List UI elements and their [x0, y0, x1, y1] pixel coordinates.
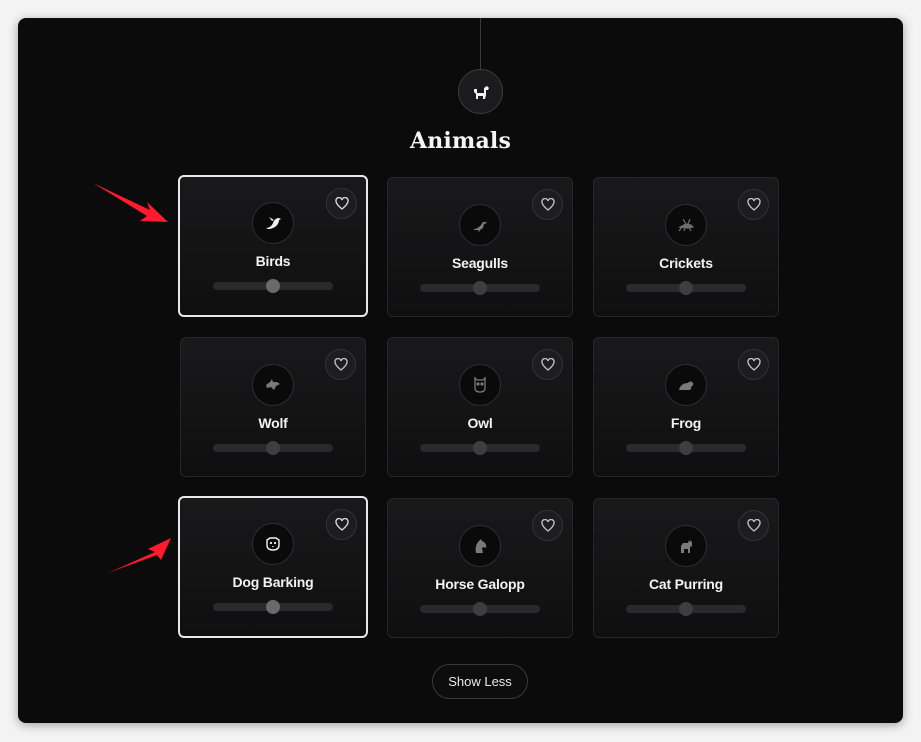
sound-icon-circle	[459, 364, 501, 406]
slider-thumb[interactable]	[266, 441, 280, 455]
volume-slider[interactable]	[213, 279, 333, 293]
sound-label: Frog	[670, 415, 702, 431]
favorite-button[interactable]	[326, 509, 357, 540]
sound-card-seagulls[interactable]: Seagulls	[387, 177, 573, 317]
volume-slider[interactable]	[626, 602, 746, 616]
seagull-icon	[474, 222, 487, 232]
sound-card-frog[interactable]: Frog	[593, 337, 779, 477]
volume-slider[interactable]	[213, 441, 333, 455]
heart-icon	[746, 519, 761, 532]
sound-label: Crickets	[659, 255, 713, 271]
cat-icon	[681, 540, 692, 553]
favorite-button[interactable]	[738, 189, 769, 220]
favorite-button[interactable]	[738, 349, 769, 380]
show-less-button[interactable]: Show Less	[432, 664, 528, 699]
sound-label: Birds	[255, 253, 291, 269]
heart-icon	[333, 358, 348, 371]
slider-thumb[interactable]	[679, 602, 693, 616]
sound-icon-circle	[665, 364, 707, 406]
favorite-button[interactable]	[532, 510, 563, 541]
annotation-arrow-icon	[108, 538, 171, 573]
sound-card-horse-galopp[interactable]: Horse Galopp	[387, 498, 573, 638]
annotation-arrow-icon	[93, 183, 168, 222]
volume-slider[interactable]	[626, 441, 746, 455]
favorite-button[interactable]	[532, 349, 563, 380]
heart-icon	[334, 197, 349, 210]
volume-slider[interactable]	[420, 281, 540, 295]
sound-label: Seagulls	[452, 255, 508, 271]
slider-thumb[interactable]	[473, 281, 487, 295]
sound-icon-circle	[252, 364, 294, 406]
favorite-button[interactable]	[326, 188, 357, 219]
horse-icon	[475, 539, 487, 553]
heart-icon	[540, 198, 555, 211]
cricket-icon	[678, 218, 695, 232]
favorite-button[interactable]	[738, 510, 769, 541]
slider-thumb[interactable]	[679, 281, 693, 295]
slider-thumb[interactable]	[473, 602, 487, 616]
slider-thumb[interactable]	[266, 600, 280, 614]
sound-card-dog-barking[interactable]: Dog Barking	[178, 496, 368, 638]
volume-slider[interactable]	[626, 281, 746, 295]
sound-label: Wolf	[258, 415, 288, 431]
sound-icon-circle	[252, 202, 294, 244]
heart-icon	[540, 519, 555, 532]
frog-icon	[679, 381, 694, 390]
wolf-icon	[266, 379, 280, 390]
sound-icon-circle	[459, 204, 501, 246]
heart-icon	[540, 358, 555, 371]
sound-card-crickets[interactable]: Crickets	[593, 177, 779, 317]
dog-icon	[473, 85, 489, 99]
category-icon	[458, 69, 503, 114]
sound-icon-circle	[665, 204, 707, 246]
heart-icon	[334, 518, 349, 531]
bird-icon	[266, 217, 281, 229]
category-title: Animals	[409, 128, 512, 154]
volume-slider[interactable]	[420, 441, 540, 455]
heart-icon	[746, 198, 761, 211]
sound-label: Horse Galopp	[435, 576, 525, 592]
sound-card-birds[interactable]: Birds	[178, 175, 368, 317]
sound-label: Owl	[467, 415, 493, 431]
dog-face-icon	[266, 537, 280, 551]
volume-slider[interactable]	[213, 600, 333, 614]
heart-icon	[746, 358, 761, 371]
sound-icon-circle	[665, 525, 707, 567]
app-window: Animals Birds Seagulls Crickets Wolf Owl…	[18, 18, 903, 723]
sound-card-wolf[interactable]: Wolf	[180, 337, 366, 477]
slider-thumb[interactable]	[679, 441, 693, 455]
favorite-button[interactable]	[532, 189, 563, 220]
volume-slider[interactable]	[420, 602, 540, 616]
owl-icon	[474, 376, 486, 393]
sound-icon-circle	[252, 523, 294, 565]
hanging-line	[480, 18, 481, 70]
favorite-button[interactable]	[325, 349, 356, 380]
slider-thumb[interactable]	[473, 441, 487, 455]
sound-icon-circle	[459, 525, 501, 567]
sound-label: Dog Barking	[232, 574, 314, 590]
slider-thumb[interactable]	[266, 279, 280, 293]
sound-card-owl[interactable]: Owl	[387, 337, 573, 477]
sound-label: Cat Purring	[648, 576, 724, 592]
sound-card-cat-purring[interactable]: Cat Purring	[593, 498, 779, 638]
